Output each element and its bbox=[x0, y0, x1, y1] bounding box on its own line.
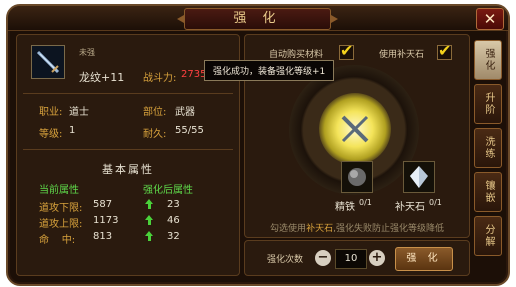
divider bbox=[23, 149, 233, 150]
divider bbox=[23, 93, 233, 94]
hint-highlight: 补天石 bbox=[306, 224, 334, 234]
count-label: 强化次数 bbox=[267, 255, 304, 265]
power-value: 2735 bbox=[181, 69, 207, 80]
durability-label: 耐久: bbox=[143, 129, 167, 140]
success-tooltip: 强化成功，装备强化等级+1 bbox=[204, 60, 335, 81]
sword-icon bbox=[36, 50, 60, 74]
increase-button[interactable]: + bbox=[369, 250, 385, 266]
window-title: 强 化 bbox=[177, 8, 338, 30]
count-input[interactable]: 10 bbox=[335, 249, 367, 269]
attr-current: 587 bbox=[93, 199, 113, 210]
attr-current: 813 bbox=[93, 231, 113, 242]
tab-upgrade[interactable]: 升阶 bbox=[474, 84, 502, 124]
attr-after: 32 bbox=[167, 231, 180, 242]
iron-slot[interactable] bbox=[341, 161, 373, 193]
sword-icon bbox=[341, 115, 369, 143]
stone-label: 补天石 bbox=[395, 202, 425, 213]
title-bar: 强 化 ✕ bbox=[8, 6, 508, 31]
arrow-up-icon bbox=[147, 220, 151, 225]
attr-name: 命 中: bbox=[39, 235, 76, 246]
enhance-hint: 勾选使用补天石,强化失败防止强化等级降低 bbox=[245, 221, 469, 234]
crystal-icon bbox=[410, 166, 428, 188]
enhance-button[interactable]: 强 化 bbox=[395, 247, 453, 271]
power-label: 战斗力: bbox=[143, 73, 177, 84]
attr-name: 道攻上限: bbox=[39, 219, 83, 230]
enhance-window: 强 化 ✕ 未强 龙纹+11 战斗力: 2735 职业: 道士 部位: 武器 等… bbox=[6, 4, 510, 286]
slot-value: 武器 bbox=[175, 107, 195, 118]
close-button[interactable]: ✕ bbox=[476, 8, 504, 30]
item-slot[interactable] bbox=[31, 45, 65, 79]
attr-current: 1173 bbox=[93, 215, 119, 226]
enhance-controls: 强化次数 − 10 + 强 化 bbox=[244, 240, 470, 276]
item-name: 龙纹+11 bbox=[79, 71, 125, 84]
tab-enhance[interactable]: 强化 bbox=[474, 40, 502, 80]
job-value: 道士 bbox=[69, 107, 89, 118]
checkmark-icon: ✔ bbox=[438, 41, 452, 60]
level-label: 等级: bbox=[39, 129, 63, 140]
job-label: 职业: bbox=[39, 107, 63, 118]
stone-count: 0/1 bbox=[429, 198, 442, 207]
tab-refine[interactable]: 洗练 bbox=[474, 128, 502, 168]
after-attr-header: 强化后属性 bbox=[143, 185, 193, 196]
hint-suffix: ,强化失败防止强化等级降低 bbox=[333, 224, 444, 234]
level-value: 1 bbox=[69, 125, 76, 136]
iron-label: 精铁 bbox=[335, 202, 355, 213]
durability-value: 55/55 bbox=[175, 125, 204, 136]
attributes-heading: 基本属性 bbox=[102, 163, 154, 176]
tab-decompose[interactable]: 分解 bbox=[474, 216, 502, 256]
use-stone-label: 使用补天石 bbox=[379, 50, 425, 60]
stone-slot[interactable] bbox=[403, 161, 435, 193]
decrease-button[interactable]: − bbox=[315, 250, 331, 266]
arrow-up-icon bbox=[147, 236, 151, 241]
auto-buy-checkbox[interactable]: ✔ bbox=[339, 41, 354, 60]
iron-ore-icon bbox=[348, 168, 366, 186]
hint-prefix: 勾选使用 bbox=[270, 224, 307, 234]
iron-count: 0/1 bbox=[359, 198, 372, 207]
slot-label: 部位: bbox=[143, 107, 167, 118]
attr-name: 道攻下限: bbox=[39, 203, 83, 214]
arrow-up-icon bbox=[147, 204, 151, 209]
attr-after: 46 bbox=[167, 215, 180, 226]
tab-inlay[interactable]: 镶嵌 bbox=[474, 172, 502, 212]
attr-after: 23 bbox=[167, 199, 180, 210]
current-attr-header: 当前属性 bbox=[39, 185, 79, 196]
auto-buy-label: 自动购买材料 bbox=[269, 50, 324, 60]
use-stone-checkbox[interactable]: ✔ bbox=[437, 41, 452, 60]
item-state: 未强 bbox=[79, 48, 95, 57]
checkmark-icon: ✔ bbox=[340, 41, 354, 60]
